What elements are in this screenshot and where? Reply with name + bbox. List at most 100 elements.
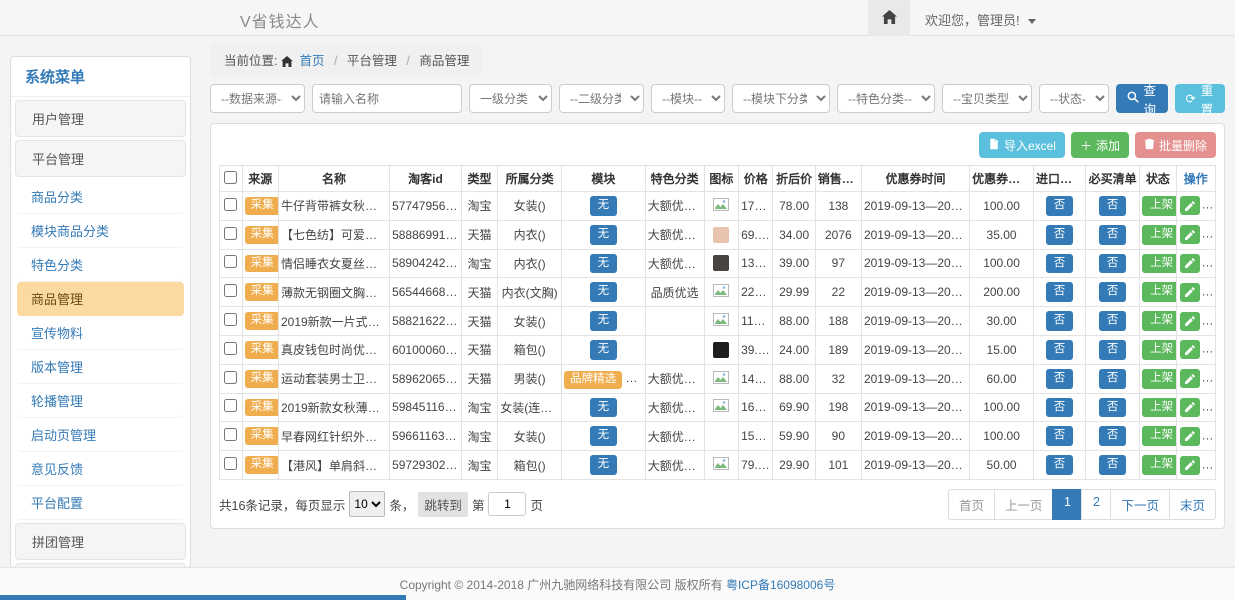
status-badge[interactable]: 上架 xyxy=(1142,426,1176,446)
import-select-toggle[interactable]: 否 xyxy=(1046,340,1074,360)
add-button[interactable]: ＋ 添加 xyxy=(1071,132,1129,158)
reset-button[interactable]: ⟳重置 xyxy=(1175,84,1225,113)
row-checkbox[interactable] xyxy=(224,313,237,326)
import-select-toggle[interactable]: 否 xyxy=(1046,225,1074,245)
status-badge[interactable]: 上架 xyxy=(1142,196,1176,216)
pager-1[interactable]: 1 xyxy=(1052,489,1082,520)
sidebar-item-意见反馈[interactable]: 意见反馈 xyxy=(17,452,184,486)
sales-count: 198 xyxy=(815,393,861,422)
import-select-toggle[interactable]: 否 xyxy=(1046,426,1074,446)
filter-select-特色分类[interactable]: --特色分类-- xyxy=(837,84,935,113)
filter-select-数据来源[interactable]: --数据来源-- xyxy=(210,84,305,113)
status-badge[interactable]: 上架 xyxy=(1142,254,1176,274)
sidebar-item-轮播管理[interactable]: 轮播管理 xyxy=(17,384,184,418)
breadcrumb-separator: / xyxy=(406,54,409,68)
row-checkbox[interactable] xyxy=(224,342,237,355)
sidebar-item-商品分类[interactable]: 商品分类 xyxy=(17,180,184,214)
home-button[interactable] xyxy=(868,0,910,36)
product-category: 男装() xyxy=(498,364,562,393)
filter-select-模块下分类[interactable]: --模块下分类-- xyxy=(732,84,830,113)
sidebar-item-启动页管理[interactable]: 启动页管理 xyxy=(17,418,184,452)
import-select-toggle[interactable]: 否 xyxy=(1046,455,1074,475)
sidebar-item-版本管理[interactable]: 版本管理 xyxy=(17,350,184,384)
must-buy-toggle[interactable]: 否 xyxy=(1099,225,1127,245)
import-select-toggle[interactable]: 否 xyxy=(1046,282,1074,302)
filter-select-模块[interactable]: --模块-- xyxy=(651,84,725,113)
edit-button[interactable] xyxy=(1180,340,1200,359)
edit-button[interactable] xyxy=(1180,369,1200,388)
must-buy-toggle[interactable]: 否 xyxy=(1099,254,1127,274)
filter-select-二级分类[interactable]: --二级分类-- xyxy=(559,84,644,113)
status-badge[interactable]: 上架 xyxy=(1142,398,1176,418)
home-icon xyxy=(281,56,293,70)
filter-select-状态[interactable]: --状态-- xyxy=(1039,84,1109,113)
must-buy-toggle[interactable]: 否 xyxy=(1099,340,1127,360)
breadcrumb-home-link[interactable]: 首页 xyxy=(299,54,324,68)
row-checkbox[interactable] xyxy=(224,428,237,441)
row-checkbox[interactable] xyxy=(224,198,237,211)
edit-button[interactable] xyxy=(1180,225,1200,244)
pager-末页[interactable]: 末页 xyxy=(1169,489,1216,520)
edit-button[interactable] xyxy=(1180,283,1200,302)
pager-2[interactable]: 2 xyxy=(1081,489,1111,520)
sales-count: 189 xyxy=(815,335,861,364)
edit-button[interactable] xyxy=(1180,427,1200,446)
row-checkbox[interactable] xyxy=(224,371,237,384)
edit-button[interactable] xyxy=(1180,254,1200,273)
per-page-select[interactable]: 10 xyxy=(349,491,385,517)
sidebar-item-模块商品分类[interactable]: 模块商品分类 xyxy=(17,214,184,248)
name-search-input[interactable] xyxy=(312,84,462,113)
must-buy-toggle[interactable]: 否 xyxy=(1099,282,1127,302)
sidebar-item-平台管理[interactable]: 平台管理 xyxy=(15,140,186,177)
user-menu[interactable]: 欢迎您，管理员! xyxy=(925,10,1036,29)
filter-select-宝贝类型[interactable]: --宝贝类型-- xyxy=(942,84,1032,113)
status-badge[interactable]: 上架 xyxy=(1142,225,1176,245)
price: 69.00 xyxy=(739,220,773,249)
must-buy-toggle[interactable]: 否 xyxy=(1099,196,1127,216)
edit-button[interactable] xyxy=(1180,312,1200,331)
status-badge[interactable]: 上架 xyxy=(1142,340,1176,360)
image-placeholder-icon xyxy=(713,313,729,326)
select-all-checkbox[interactable] xyxy=(224,171,237,184)
status-badge[interactable]: 上架 xyxy=(1142,369,1176,389)
status-badge[interactable]: 上架 xyxy=(1142,311,1176,331)
import-select-toggle[interactable]: 否 xyxy=(1046,398,1074,418)
must-buy-toggle[interactable]: 否 xyxy=(1099,426,1127,446)
status-badge[interactable]: 上架 xyxy=(1142,455,1176,475)
edit-button[interactable] xyxy=(1180,196,1200,215)
edit-button[interactable] xyxy=(1180,398,1200,417)
import-select-toggle[interactable]: 否 xyxy=(1046,254,1074,274)
status-badge[interactable]: 上架 xyxy=(1142,282,1176,302)
sidebar-item-商品管理[interactable]: 商品管理 xyxy=(17,282,184,316)
sidebar-item-宣传物料[interactable]: 宣传物料 xyxy=(17,316,184,350)
batch-delete-button[interactable]: 批量删除 xyxy=(1135,132,1216,158)
icp-link[interactable]: 粤ICP备16098006号 xyxy=(726,576,835,593)
sidebar-item-平台配置[interactable]: 平台配置 xyxy=(17,486,184,520)
filter-select-一级分类[interactable]: 一级分类 xyxy=(469,84,552,113)
row-checkbox[interactable] xyxy=(224,227,237,240)
row-checkbox[interactable] xyxy=(224,255,237,268)
import-select-toggle[interactable]: 否 xyxy=(1046,196,1074,216)
pager-下一页[interactable]: 下一页 xyxy=(1110,489,1170,520)
pager-首页[interactable]: 首页 xyxy=(948,489,995,520)
must-buy-toggle[interactable]: 否 xyxy=(1099,398,1127,418)
edit-button[interactable] xyxy=(1180,456,1200,475)
import-select-toggle[interactable]: 否 xyxy=(1046,311,1074,331)
sidebar-item-用户管理[interactable]: 用户管理 xyxy=(15,100,186,137)
must-buy-toggle[interactable]: 否 xyxy=(1099,311,1127,331)
image-placeholder-icon xyxy=(713,198,729,211)
import-excel-button[interactable]: 导入excel xyxy=(979,132,1065,158)
sidebar-item-拼团管理[interactable]: 拼团管理 xyxy=(15,523,186,560)
search-button[interactable]: 查询 xyxy=(1116,84,1168,113)
row-checkbox[interactable] xyxy=(224,457,237,470)
jump-page-input[interactable] xyxy=(488,492,526,516)
must-buy-toggle[interactable]: 否 xyxy=(1099,455,1127,475)
row-checkbox[interactable] xyxy=(224,399,237,412)
module-cell: 无 xyxy=(562,192,646,221)
must-buy-toggle[interactable]: 否 xyxy=(1099,369,1127,389)
import-select-toggle[interactable]: 否 xyxy=(1046,369,1074,389)
row-checkbox[interactable] xyxy=(224,284,237,297)
pager-上一页[interactable]: 上一页 xyxy=(994,489,1054,520)
column-header-所属分类: 所属分类 xyxy=(498,166,562,192)
sidebar-item-特色分类[interactable]: 特色分类 xyxy=(17,248,184,282)
